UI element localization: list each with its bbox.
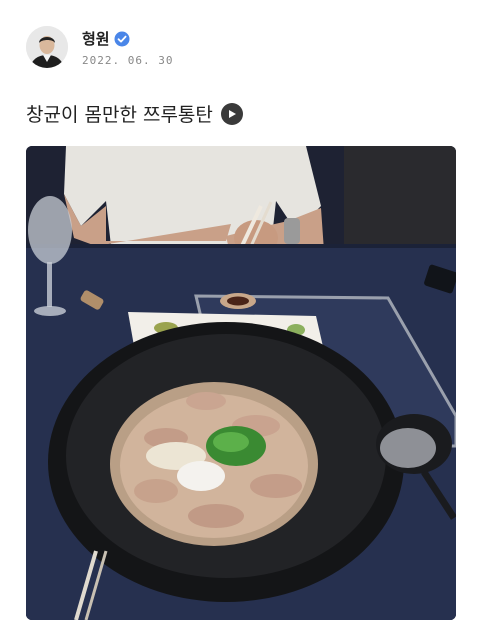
post-header: 형원 2022. 06. 30 bbox=[26, 24, 456, 74]
post-caption: 창균이 몸만한 쯔루통탄 bbox=[26, 104, 213, 126]
author-name[interactable]: 형원 bbox=[82, 28, 110, 49]
post-photo[interactable] bbox=[26, 146, 456, 620]
post-date: 2022. 06. 30 bbox=[82, 54, 174, 67]
avatar[interactable] bbox=[26, 26, 68, 68]
ramen-photo-image bbox=[26, 146, 456, 620]
verified-badge-icon bbox=[114, 31, 130, 47]
avatar-image bbox=[26, 26, 68, 68]
author-row: 형원 bbox=[82, 28, 130, 49]
play-icon[interactable] bbox=[220, 102, 243, 125]
post-caption-row: 창균이 몸만한 쯔루통탄 bbox=[26, 100, 243, 127]
